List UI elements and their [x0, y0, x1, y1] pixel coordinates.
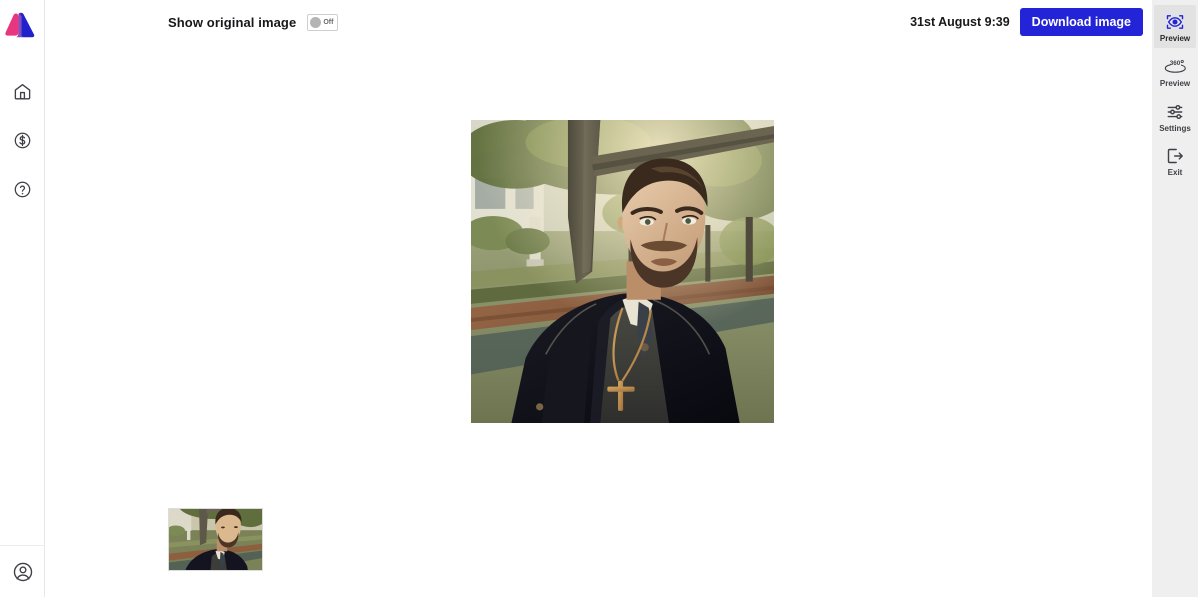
home-icon [14, 83, 30, 99]
download-image-button[interactable]: Download image [1019, 7, 1143, 37]
tool-preview-360-label: Preview [1159, 78, 1191, 88]
tool-preview-360[interactable]: 360 Preview [1154, 50, 1196, 93]
thumbnail-strip [168, 508, 263, 571]
eye-focus-icon [1165, 11, 1185, 33]
thumbnail-item[interactable] [168, 508, 263, 571]
tool-exit[interactable]: Exit [1154, 139, 1196, 182]
tool-preview[interactable]: Preview [1154, 5, 1196, 48]
sidebar-item-home[interactable] [6, 75, 38, 107]
tool-settings[interactable]: Settings [1154, 95, 1196, 138]
exit-arrow-icon [1165, 145, 1185, 167]
tool-exit-label: Exit [1167, 168, 1183, 178]
sidebar-nav [0, 75, 44, 205]
timestamp: 31st August 9:39 [910, 15, 1010, 29]
main-content: Show original image Off 31st August 9:39… [45, 0, 1152, 597]
svg-text:360: 360 [1170, 60, 1181, 67]
app-root: Show original image Off 31st August 9:39… [0, 0, 1198, 597]
right-toolbar: Preview 360 Preview Settings Exit [1152, 0, 1198, 597]
show-original-label: Show original image [168, 14, 297, 30]
show-original-toggle[interactable]: Off [307, 13, 339, 31]
generated-image-artwork [471, 120, 774, 423]
generated-image-preview[interactable] [471, 120, 774, 423]
brand-logo[interactable] [0, 2, 45, 47]
top-toolbar: Show original image Off 31st August 9:39… [45, 0, 1152, 44]
360-orbit-icon: 360 [1163, 56, 1187, 78]
image-stage [45, 44, 1152, 597]
topbar-right-group: 31st August 9:39 Download image [910, 7, 1144, 37]
toggle-knob [310, 16, 322, 28]
sidebar-account-button[interactable] [0, 545, 45, 597]
show-original-toggle-group: Show original image Off [168, 13, 339, 31]
sidebar-item-help[interactable] [6, 173, 38, 205]
tool-settings-label: Settings [1159, 123, 1191, 133]
tool-preview-label: Preview [1159, 34, 1191, 43]
currency-circle-icon [14, 132, 30, 148]
thumbnail-artwork [169, 509, 262, 570]
brand-logo-icon [5, 12, 35, 37]
user-circle-icon [13, 562, 32, 581]
toggle-state-text: Off [323, 18, 334, 26]
sidebar-item-credits[interactable] [6, 124, 38, 156]
help-circle-icon [14, 181, 30, 197]
sliders-icon [1165, 101, 1185, 123]
left-sidebar [0, 0, 45, 597]
